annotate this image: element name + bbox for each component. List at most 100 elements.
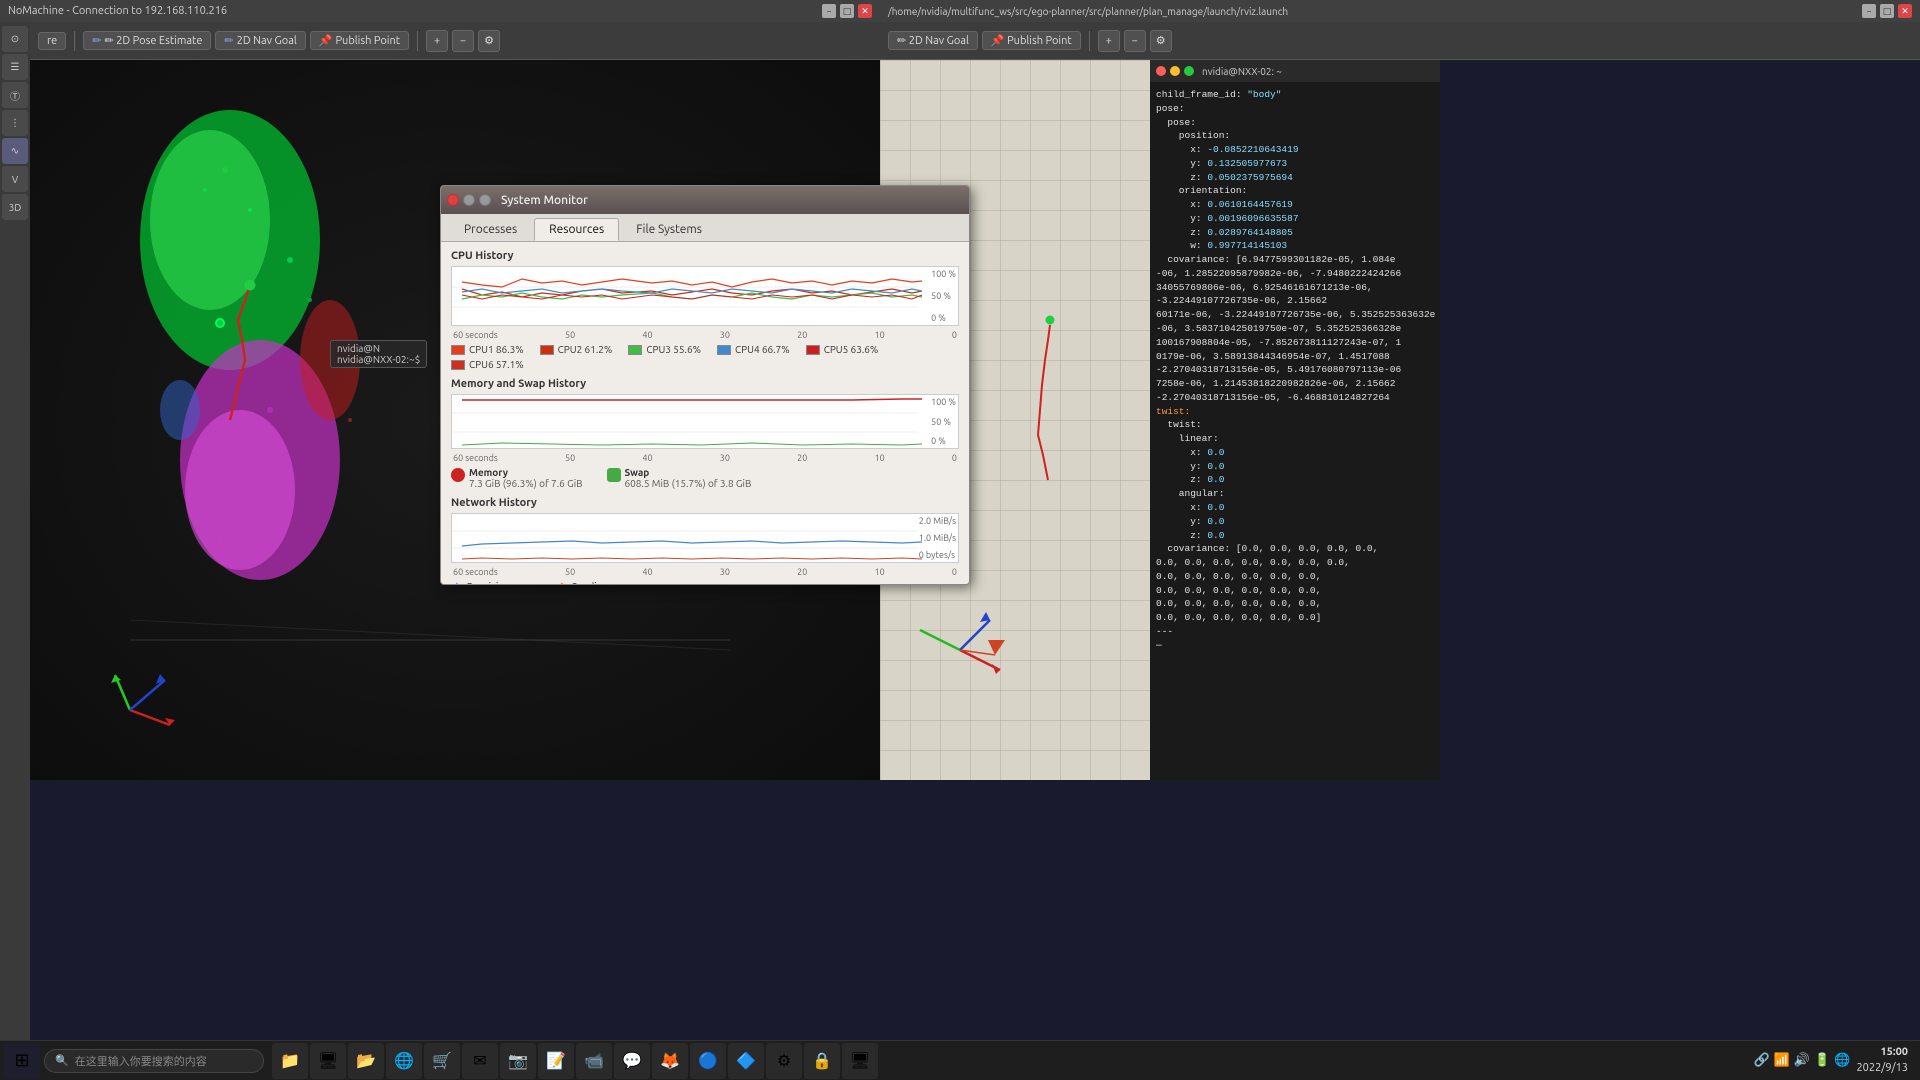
tray-icon-wifi[interactable]: 📶	[1774, 1053, 1790, 1068]
down-arrow-icon: ↓	[451, 581, 463, 584]
taskbar-app-security[interactable]: 🔒	[804, 1043, 840, 1079]
cpu-time-30: 30	[720, 330, 730, 340]
minimize-button[interactable]: −	[822, 4, 836, 18]
pc-dot1	[287, 257, 293, 263]
sidebar-icon-5[interactable]: V	[2, 166, 28, 192]
sysmon-close-btn[interactable]	[447, 194, 459, 206]
rviz2-close-button[interactable]: ✕	[1898, 4, 1912, 18]
taskbar-apps: 📁 🖥 📂 🌐 🛒 ✉ 📷 📝 📹 💬 🦊 🔵 🔷 ⚙ 🔒 🖥	[272, 1043, 878, 1079]
taskbar-app-browser[interactable]: 🌐	[386, 1043, 422, 1079]
cpu3-swatch	[628, 345, 642, 355]
rviz2-settings[interactable]: ⚙	[1150, 30, 1172, 52]
zoom-in-button[interactable]: +	[426, 30, 448, 52]
cpu-time-20: 20	[797, 330, 807, 340]
cpu-section-title: CPU History	[451, 250, 959, 262]
net-send-label: Sending	[572, 581, 622, 584]
sysmon-max-btn[interactable]	[479, 194, 491, 206]
term-max-btn[interactable]	[1184, 66, 1194, 76]
taskbar-clock[interactable]: 15:00 2022/9/13	[1856, 1045, 1908, 1076]
cpu4-label: CPU4 66.7%	[735, 344, 790, 355]
taskbar-app-vscode[interactable]: 🔷	[728, 1043, 764, 1079]
publish-point-button[interactable]: 📌 Publish Point	[310, 31, 409, 50]
tray-icon-network[interactable]: 🔗	[1754, 1053, 1770, 1068]
map-arrow	[988, 640, 1005, 655]
rviz2-minimize-button[interactable]: −	[1862, 4, 1876, 18]
term-line-19: 0179e-06, 3.58913844346954e-07, 1.451708…	[1156, 350, 1434, 364]
term-line-35: 0.0, 0.0, 0.0, 0.0, 0.0, 0.0,	[1156, 570, 1434, 584]
taskbar-app-camera[interactable]: 📷	[500, 1043, 536, 1079]
term-line-1: pose:	[1156, 102, 1434, 116]
legend-cpu1: CPU1 86.3%	[451, 344, 524, 355]
mem-circle	[451, 468, 465, 482]
taskbar-app-files[interactable]: 📂	[348, 1043, 384, 1079]
taskbar-search[interactable]: 🔍 在这里输入你要搜索的内容	[44, 1049, 264, 1073]
map-path	[1038, 325, 1050, 480]
term-line-14: 34055769806e-06, 6.92546161671213e-06,	[1156, 281, 1434, 295]
sidebar-icon-1[interactable]: ☰	[2, 54, 28, 80]
term-line-9: y: 0.00196096635587	[1156, 212, 1434, 226]
sidebar-icon-3[interactable]: ⋮	[2, 110, 28, 136]
rviz2-estimate-label: ✏ 2D Nav Goal	[897, 34, 969, 47]
net-recv-text: Receiving 1.3 MiB/s Total Received 3.1 G…	[467, 581, 532, 584]
map-dot	[1046, 316, 1054, 324]
maximize-button[interactable]: □	[840, 4, 854, 18]
taskbar-app-explorer[interactable]: 📁	[272, 1043, 308, 1079]
pose-estimate-button[interactable]: ✏ ✏ 2D Pose Estimate	[83, 31, 211, 50]
tray-icon-battery[interactable]: 🔋	[1814, 1053, 1830, 1068]
system-monitor-dialog: System Monitor Processes Resources File …	[440, 185, 970, 585]
taskbar-app-notes[interactable]: 📝	[538, 1043, 574, 1079]
nav-goal-button[interactable]: ✏ 2D Nav Goal	[215, 31, 305, 50]
taskbar-app-firefox[interactable]: 🦊	[652, 1043, 688, 1079]
rviz2-zoom-in[interactable]: +	[1098, 30, 1120, 52]
pencil-icon-2: ✏	[224, 34, 233, 47]
rviz2-publish-button[interactable]: 📌 Publish Point	[982, 31, 1081, 50]
taskbar-app-edge[interactable]: 🔵	[690, 1043, 726, 1079]
term-line-11: w: 0.997714145103	[1156, 239, 1434, 253]
sidebar-icon-2[interactable]: Ⓣ	[2, 82, 28, 108]
settings-button[interactable]: ⚙	[478, 30, 500, 52]
term-line-30: x: 0.0	[1156, 501, 1434, 515]
sidebar-icon-0[interactable]: ⊙	[2, 26, 28, 52]
sidebar-icon-6[interactable]: 3D	[2, 194, 28, 220]
taskbar-app-terminal[interactable]: 🖥	[310, 1043, 346, 1079]
taskbar-app-video[interactable]: 📹	[576, 1043, 612, 1079]
rviz2-zoom-out[interactable]: −	[1124, 30, 1146, 52]
taskbar-app-store[interactable]: 🛒	[424, 1043, 460, 1079]
sysmon-min-btn[interactable]	[463, 194, 475, 206]
cpu-time-40: 40	[642, 330, 652, 340]
term-close-btn[interactable]	[1156, 66, 1166, 76]
sidebar-icon-4[interactable]: ∿	[2, 138, 28, 164]
tab-filesystems[interactable]: File Systems	[621, 218, 717, 241]
float-widget: nvidia@N nvidia@NXX-02:~$	[330, 340, 427, 368]
cpu-time-0: 0	[952, 330, 957, 340]
start-button[interactable]: ⊞	[4, 1043, 40, 1079]
float-line1: nvidia@N	[337, 343, 420, 354]
mem-time-40: 40	[642, 453, 652, 463]
zoom-out-button[interactable]: −	[452, 30, 474, 52]
term-line-27: y: 0.0	[1156, 460, 1434, 474]
tray-icon-language[interactable]: 🌐	[1834, 1053, 1850, 1068]
toolbar-sep-1	[74, 31, 75, 51]
re-button[interactable]: re	[38, 32, 66, 50]
tab-resources[interactable]: Resources	[534, 218, 619, 241]
rviz2-titlebar: /home/nvidia/multifunc_ws/src/ego-planne…	[880, 0, 1920, 22]
tab-processes[interactable]: Processes	[449, 218, 532, 241]
taskbar-app-remote[interactable]: 🖥	[842, 1043, 878, 1079]
taskbar-app-settings[interactable]: ⚙	[766, 1043, 802, 1079]
cpu-legend: CPU1 86.3% CPU2 61.2% CPU3 55.6% CPU4 66…	[451, 344, 959, 370]
taskbar-app-teams[interactable]: 💬	[614, 1043, 650, 1079]
taskbar-app-mail[interactable]: ✉	[462, 1043, 498, 1079]
tray-icon-volume[interactable]: 🔊	[1794, 1053, 1810, 1068]
re-label: re	[47, 35, 57, 47]
search-placeholder: 在这里输入你要搜索的内容	[75, 1053, 207, 1069]
terminal-content[interactable]: child_frame_id: "body" pose: pose: posit…	[1150, 82, 1440, 780]
rviz-toolbar: re ✏ ✏ 2D Pose Estimate ✏ 2D Nav Goal 📌 …	[30, 22, 880, 60]
rviz2-maximize-button[interactable]: □	[1880, 4, 1894, 18]
swap-label: Swap	[625, 467, 752, 478]
rviz2-estimate-button[interactable]: ✏ 2D Nav Goal	[888, 31, 978, 50]
net-bg	[452, 514, 958, 562]
net-legend: ↓ Receiving 1.3 MiB/s Total Received 3.1…	[451, 581, 959, 584]
term-min-btn[interactable]	[1170, 66, 1180, 76]
cpu5-label: CPU5 63.6%	[824, 344, 879, 355]
close-button[interactable]: ✕	[858, 4, 872, 18]
